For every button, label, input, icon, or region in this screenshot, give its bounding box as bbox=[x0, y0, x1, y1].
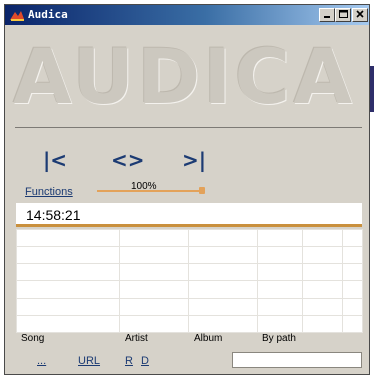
table-cell[interactable] bbox=[302, 263, 343, 282]
d-link[interactable]: D bbox=[141, 354, 149, 368]
window-title: Audica bbox=[28, 8, 68, 21]
table-cell[interactable] bbox=[188, 314, 258, 334]
audica-logo: AUDICA bbox=[13, 32, 356, 121]
next-track-button[interactable]: >| bbox=[182, 148, 206, 172]
table-row[interactable] bbox=[16, 246, 363, 265]
table-cell[interactable] bbox=[188, 263, 258, 282]
table-cell[interactable] bbox=[302, 280, 343, 299]
play-pause-button[interactable]: <> bbox=[111, 148, 145, 172]
table-cell[interactable] bbox=[257, 314, 303, 334]
maximize-button[interactable] bbox=[335, 8, 351, 22]
r-link[interactable]: R bbox=[125, 354, 133, 368]
table-cell[interactable] bbox=[257, 228, 303, 248]
url-input[interactable] bbox=[232, 352, 362, 368]
table-cell[interactable] bbox=[119, 280, 189, 299]
playlist-table[interactable] bbox=[16, 228, 363, 334]
table-cell[interactable] bbox=[16, 297, 120, 316]
close-button[interactable] bbox=[352, 8, 368, 22]
table-cell[interactable] bbox=[257, 297, 303, 316]
table-cell[interactable] bbox=[119, 314, 189, 334]
minimize-icon bbox=[323, 10, 331, 21]
table-cell[interactable] bbox=[342, 263, 363, 282]
header-divider bbox=[15, 127, 362, 128]
table-cell[interactable] bbox=[257, 246, 303, 265]
volume-label: 100% bbox=[131, 181, 157, 192]
table-cell[interactable] bbox=[302, 297, 343, 316]
table-row[interactable] bbox=[16, 297, 363, 316]
table-cell[interactable] bbox=[342, 246, 363, 265]
column-header-artist[interactable]: Artist bbox=[125, 333, 148, 345]
column-header-song[interactable]: Song bbox=[21, 333, 44, 345]
previous-track-button[interactable]: |< bbox=[43, 148, 67, 172]
table-cell[interactable] bbox=[188, 228, 258, 248]
table-cell[interactable] bbox=[342, 314, 363, 334]
background-window-edge bbox=[370, 66, 374, 112]
column-header-by-path[interactable]: By path bbox=[262, 333, 296, 345]
table-row[interactable] bbox=[16, 280, 363, 299]
table-cell[interactable] bbox=[16, 314, 120, 334]
table-cell[interactable] bbox=[119, 297, 189, 316]
minimize-button[interactable] bbox=[319, 8, 335, 22]
table-cell[interactable] bbox=[302, 246, 343, 265]
table-row[interactable] bbox=[16, 314, 363, 334]
table-cell[interactable] bbox=[302, 314, 343, 334]
maximize-icon bbox=[338, 9, 348, 21]
table-cell[interactable] bbox=[188, 246, 258, 265]
table-cell[interactable] bbox=[16, 280, 120, 299]
table-cell[interactable] bbox=[342, 228, 363, 248]
table-cell[interactable] bbox=[342, 297, 363, 316]
table-cell[interactable] bbox=[16, 228, 120, 248]
more-link[interactable]: ... bbox=[37, 354, 46, 368]
table-cell[interactable] bbox=[188, 297, 258, 316]
table-cell[interactable] bbox=[119, 228, 189, 248]
close-icon bbox=[356, 9, 364, 21]
table-cell[interactable] bbox=[188, 280, 258, 299]
title-bar[interactable]: Audica bbox=[5, 5, 369, 25]
table-cell[interactable] bbox=[119, 246, 189, 265]
time-text: 14:58:21 bbox=[26, 207, 81, 223]
table-cell[interactable] bbox=[16, 263, 120, 282]
table-cell[interactable] bbox=[257, 280, 303, 299]
volume-slider-handle[interactable] bbox=[199, 187, 205, 194]
column-header-album[interactable]: Album bbox=[194, 333, 222, 345]
table-cell[interactable] bbox=[16, 246, 120, 265]
url-link[interactable]: URL bbox=[78, 354, 100, 368]
table-cell[interactable] bbox=[257, 263, 303, 282]
table-row[interactable] bbox=[16, 228, 363, 248]
functions-link[interactable]: Functions bbox=[25, 185, 73, 199]
table-cell[interactable] bbox=[119, 263, 189, 282]
audica-app-icon bbox=[9, 9, 25, 21]
table-cell[interactable] bbox=[302, 228, 343, 248]
audica-window: Audica AUDICA |< <> >| Functions 100% 14… bbox=[4, 4, 370, 375]
table-row[interactable] bbox=[16, 263, 363, 282]
table-cell[interactable] bbox=[342, 280, 363, 299]
time-display: 14:58:21 bbox=[16, 203, 362, 227]
